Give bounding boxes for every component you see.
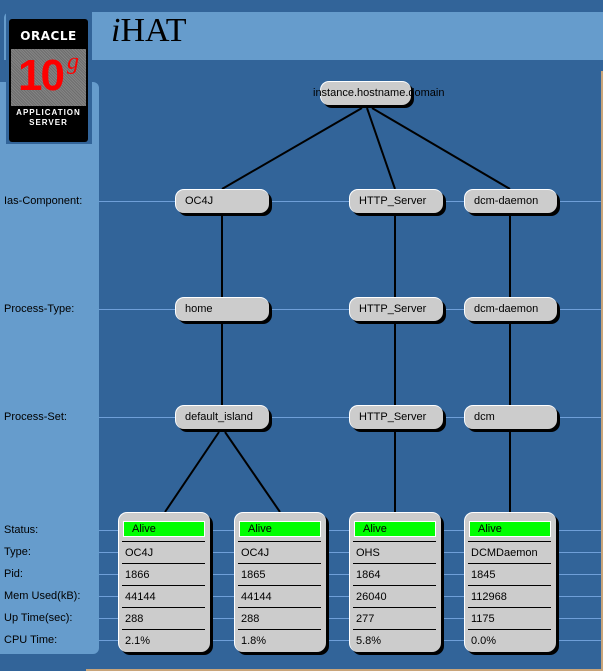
pid-value: 1845 [471,569,496,581]
tree-node-process-set[interactable]: default_island [175,405,269,429]
logo-product: APPLICATION SERVER [9,108,88,128]
status-badge: Alive [239,521,321,537]
tree-node-ias-component[interactable]: HTTP_Server [349,189,443,213]
process-type-value: DCMDaemon [471,547,538,559]
app-title: iHAT [111,12,187,50]
row-label-process-set: Process-Set: [4,411,67,423]
mem-used-value: 44144 [125,591,156,603]
tree-node-process-set[interactable]: dcm [464,405,557,429]
tree-node-instance-label: instance.hostname.domain [313,87,445,99]
mem-used-value: 44144 [241,591,272,603]
link-root-dcm-daemon [371,107,511,190]
row-label-mem-used: Mem Used(kB): [4,590,81,602]
row-label-status: Status: [4,524,39,536]
logo-version-number: 10 [18,51,65,100]
tree-node-process-set[interactable]: HTTP_Server [349,405,443,429]
process-type-value: OHS [356,547,380,559]
cpu-time-value: 5.8% [356,635,382,647]
link-default-island-proc1 [164,431,220,513]
up-time-value: 288 [125,613,144,625]
tree-node-process-type[interactable]: home [175,297,269,321]
status-badge: Alive [354,521,436,537]
row-label-ias-component: Ias-Component: [4,195,83,207]
header-band [4,12,603,60]
app-title-main: HAT [120,12,187,49]
process-card[interactable]: Alive DCMDaemon 1845 112968 1175 0.0% [464,512,556,652]
pid-value: 1866 [125,569,150,581]
row-label-up-time: Up Time(sec): [4,612,73,624]
row-label-pid: Pid: [4,568,23,580]
logo-version-panel: 10 g [11,49,86,106]
tree-node-process-type[interactable]: dcm-daemon [464,297,557,321]
pid-value: 1865 [241,569,266,581]
tree-node-process-type[interactable]: HTTP_Server [349,297,443,321]
logo-brand: ORACLE [20,29,77,43]
tree-node-ias-component[interactable]: OC4J [175,189,269,213]
mem-used-value: 112968 [471,591,507,603]
logo-product-line2: SERVER [29,118,68,127]
link-default-island-proc2 [224,431,281,513]
up-time-value: 1175 [471,613,495,625]
process-card[interactable]: Alive OC4J 1865 44144 288 1.8% [234,512,326,652]
oracle-10g-logo: ORACLE 10 g APPLICATION SERVER [9,19,88,142]
cpu-time-value: 2.1% [125,635,151,647]
logo-product-line1: APPLICATION [16,108,81,117]
tree-node-instance[interactable]: instance.hostname.domain [313,81,444,105]
cpu-time-value: 1.8% [241,635,267,647]
status-badge: Alive [469,521,551,537]
process-card[interactable]: Alive OHS 1864 26040 277 5.8% [349,512,441,652]
up-time-value: 288 [241,613,260,625]
mem-used-value: 26040 [356,591,387,603]
process-type-value: OC4J [125,547,154,559]
row-label-type: Type: [4,546,31,558]
row-label-process-type: Process-Type: [4,303,75,315]
link-root-oc4j [221,107,363,190]
up-time-value: 277 [356,613,375,625]
top-strip [0,0,603,2]
pid-value: 1864 [356,569,381,581]
cpu-time-value: 0.0% [471,635,497,647]
row-label-cpu-time: CPU Time: [4,634,58,646]
link-root-http-server [366,107,396,190]
logo-version-suffix: g [67,49,79,75]
process-type-value: OC4J [241,547,270,559]
process-card[interactable]: Alive OC4J 1866 44144 288 2.1% [118,512,210,652]
status-badge: Alive [123,521,205,537]
tree-node-ias-component[interactable]: dcm-daemon [464,189,557,213]
